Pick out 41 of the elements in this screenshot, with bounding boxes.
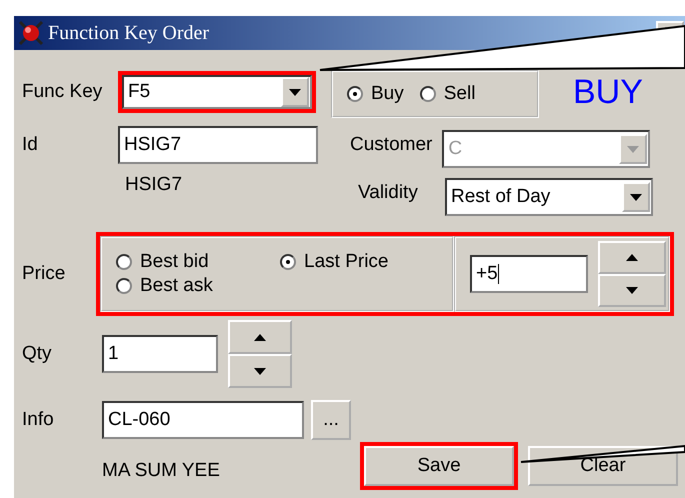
client-name: MA SUM YEE: [102, 460, 221, 482]
browse-button[interactable]: ...: [311, 400, 351, 440]
price-offset-field[interactable]: +5: [470, 255, 588, 293]
func-key-dropdown[interactable]: F5: [122, 75, 312, 109]
field-label: Price: [22, 263, 66, 285]
radio-label: Sell: [444, 83, 476, 105]
instrument-name: HSIG7: [125, 174, 184, 196]
radio-label: Best bid: [140, 251, 209, 273]
qty-input-field[interactable]: 1: [102, 335, 218, 373]
window-title: Function Key Order: [48, 22, 210, 44]
price-radio-button[interactable]: Best ask: [116, 275, 280, 297]
price-radio-button[interactable]: Last Price: [280, 251, 452, 273]
field-label: Id: [22, 134, 39, 156]
side-radio-button[interactable]: Buy: [347, 83, 404, 105]
up-triangle-icon: [254, 334, 266, 340]
id-input-field[interactable]: HSIG7: [118, 126, 318, 164]
spin-up-button[interactable]: [598, 241, 666, 274]
down-triangle-icon: [626, 287, 638, 294]
radio-label: Best ask: [140, 275, 213, 297]
action-button[interactable]: Save: [364, 446, 514, 486]
dropdown-value: Rest of Day: [450, 186, 552, 208]
price-radio-button[interactable]: Best bid: [116, 251, 280, 273]
field-label: Qty: [22, 343, 53, 365]
dropdown-value: F5: [127, 81, 152, 103]
spin-up-button[interactable]: [228, 320, 292, 354]
spin-down-button[interactable]: [228, 354, 292, 388]
app-icon: [18, 20, 44, 46]
side-display: BUY: [573, 72, 643, 112]
radio-label: Last Price: [304, 251, 388, 273]
up-triangle-icon: [626, 254, 638, 261]
side-radio-button[interactable]: Sell: [420, 83, 476, 105]
field-label: Customer: [350, 134, 432, 156]
spin-down-button[interactable]: [598, 274, 666, 307]
field-label: Func Key: [22, 81, 104, 103]
field-label: Validity: [358, 182, 419, 204]
info-input-field[interactable]: CL-060: [102, 401, 304, 439]
radio-label: Buy: [371, 83, 404, 105]
dropdown-value: C: [447, 138, 464, 160]
down-triangle-icon: [254, 368, 266, 374]
validity-dropdown[interactable]: Rest of Day: [445, 178, 653, 216]
field-label: Info: [22, 409, 55, 431]
